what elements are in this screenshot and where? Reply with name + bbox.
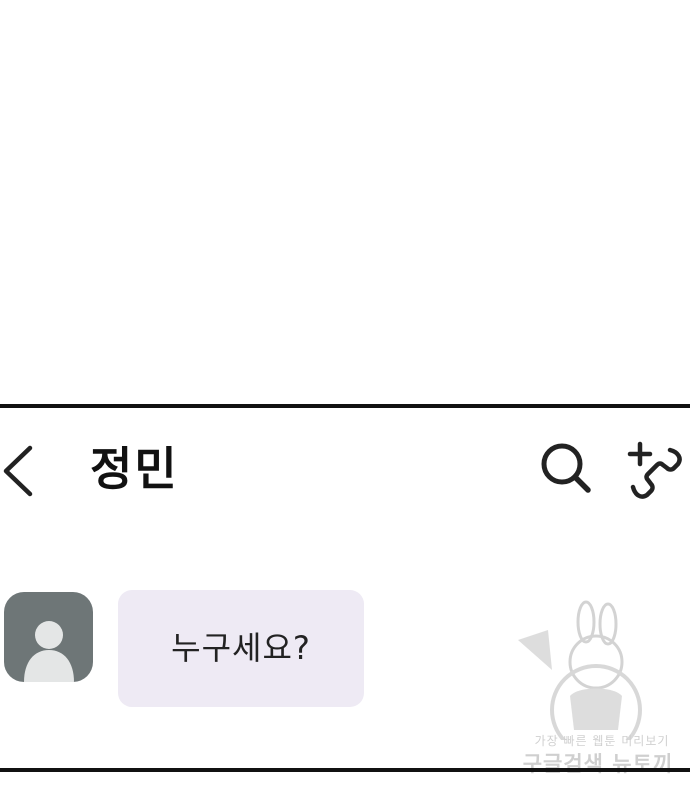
- add-call-button[interactable]: [626, 440, 686, 500]
- chevron-left-icon: [3, 445, 33, 497]
- avatar[interactable]: [4, 592, 93, 682]
- message-bubble: 누구세요?: [118, 590, 364, 707]
- add-call-icon: [627, 441, 682, 499]
- back-button[interactable]: [0, 444, 40, 498]
- blank-area: [0, 0, 690, 404]
- message-text: 누구세요?: [171, 628, 311, 667]
- chat-header: 정민: [0, 408, 690, 528]
- chat-title: 정민: [90, 442, 179, 496]
- search-icon: [541, 443, 591, 493]
- mascot-watermark-icon: [518, 600, 642, 740]
- watermark-line2: 구글검색 뉴토끼: [522, 752, 674, 776]
- person-silhouette-icon: [24, 621, 74, 682]
- search-button[interactable]: [538, 440, 594, 496]
- watermark: 가장 빠른 웹툰 미리보기 구글검색 뉴토끼: [500, 600, 686, 780]
- panel-border-bottom: [0, 768, 690, 772]
- page: 정민 누구세요? 가장 빠른 웹툰 미리보기 구글검색 뉴토끼: [0, 0, 690, 800]
- watermark-line1: 가장 빠른 웹툰 미리보기: [534, 734, 670, 748]
